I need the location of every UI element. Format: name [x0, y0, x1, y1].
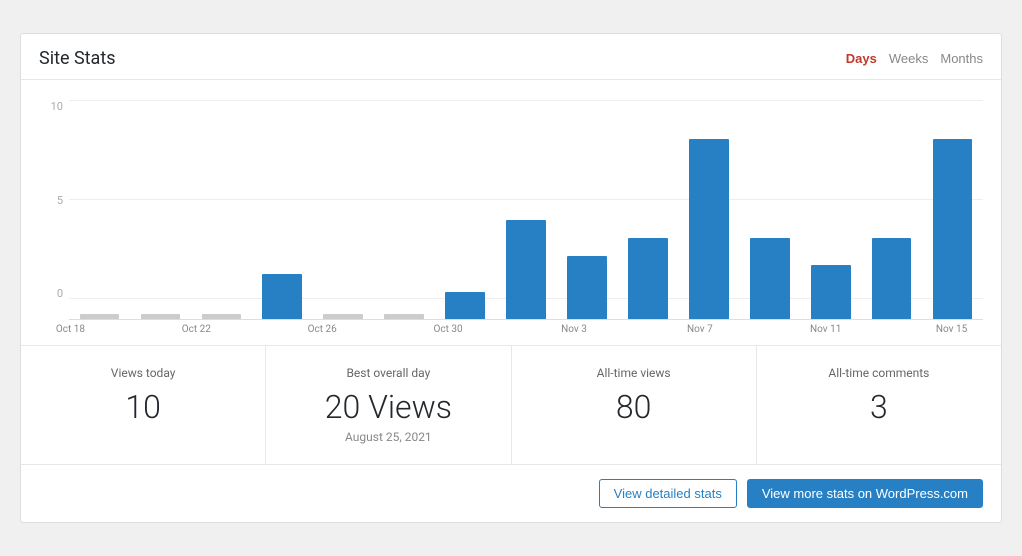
bar-group: [678, 120, 739, 319]
all-time-views-cell: All-time views 80: [512, 346, 757, 464]
bar-group: [191, 120, 252, 319]
bar-group: [861, 120, 922, 319]
bar: [933, 139, 973, 319]
site-stats-container: Site Stats Days Weeks Months 10 5 0: [20, 33, 1002, 523]
page-title: Site Stats: [39, 48, 116, 69]
bar: [202, 314, 242, 319]
bar-group: [313, 120, 374, 319]
views-today-value: 10: [39, 388, 247, 426]
bar: [750, 238, 790, 319]
all-time-views-value: 80: [530, 388, 738, 426]
bar-group: [374, 120, 435, 319]
bar: [445, 292, 485, 319]
stats-row: Views today 10 Best overall day 20 Views…: [21, 345, 1001, 464]
bar: [80, 314, 120, 319]
x-label: [102, 324, 165, 335]
period-weeks-button[interactable]: Weeks: [889, 51, 929, 66]
all-time-views-label: All-time views: [530, 366, 738, 380]
x-label: [605, 324, 668, 335]
period-nav: Days Weeks Months: [846, 51, 983, 66]
x-label: Oct 30: [417, 324, 480, 335]
x-label: Nov 15: [920, 324, 983, 335]
x-label: Nov 7: [668, 324, 731, 335]
bar: [384, 314, 424, 319]
chart-area: 10 5 0 Oct 18 Oct 22 Oct 26 Oct 30 Nov 3 Nov …: [21, 79, 1001, 345]
all-time-comments-label: All-time comments: [775, 366, 983, 380]
bar: [811, 265, 851, 319]
bar-group: [557, 120, 618, 319]
view-wordpress-stats-button[interactable]: View more stats on WordPress.com: [747, 479, 983, 508]
view-detailed-stats-button[interactable]: View detailed stats: [599, 479, 737, 508]
period-days-button[interactable]: Days: [846, 51, 877, 66]
bar-group: [435, 120, 496, 319]
x-label: [480, 324, 543, 335]
bar-group: [617, 120, 678, 319]
all-time-comments-value: 3: [775, 388, 983, 426]
bar-group: [252, 120, 313, 319]
x-label: [857, 324, 920, 335]
header: Site Stats Days Weeks Months: [21, 34, 1001, 79]
best-day-date: August 25, 2021: [284, 430, 492, 444]
bar-group: [130, 120, 191, 319]
bars-area: [69, 100, 983, 320]
views-today-cell: Views today 10: [21, 346, 266, 464]
best-day-cell: Best overall day 20 Views August 25, 202…: [266, 346, 511, 464]
y-label-bottom: 0: [57, 287, 63, 300]
best-day-label: Best overall day: [284, 366, 492, 380]
bar: [262, 274, 302, 319]
x-label: Oct 26: [291, 324, 354, 335]
x-label: [731, 324, 794, 335]
x-label: Oct 22: [165, 324, 228, 335]
bar-group: [800, 120, 861, 319]
x-label: [228, 324, 291, 335]
best-day-value: 20 Views: [284, 388, 492, 426]
bar: [141, 314, 181, 319]
bar-group: [69, 120, 130, 319]
bars-container: [69, 120, 983, 319]
gridline-top: [69, 100, 983, 101]
x-labels: Oct 18 Oct 22 Oct 26 Oct 30 Nov 3 Nov 7 Nov 11…: [39, 324, 983, 335]
bar: [323, 314, 363, 319]
chart-wrapper: 10 5 0: [39, 100, 983, 320]
period-months-button[interactable]: Months: [940, 51, 983, 66]
views-today-label: Views today: [39, 366, 247, 380]
y-label-mid: 5: [57, 194, 63, 207]
bar: [567, 256, 607, 319]
x-label: [354, 324, 417, 335]
x-label: Oct 18: [39, 324, 102, 335]
x-label: Nov 3: [543, 324, 606, 335]
bar: [689, 139, 729, 319]
bar: [628, 238, 668, 319]
bar-group: [739, 120, 800, 319]
bar: [506, 220, 546, 319]
footer-row: View detailed stats View more stats on W…: [21, 464, 1001, 522]
x-label: Nov 11: [794, 324, 857, 335]
y-axis: 10 5 0: [39, 100, 69, 320]
bar-group: [922, 120, 983, 319]
all-time-comments-cell: All-time comments 3: [757, 346, 1001, 464]
y-label-top: 10: [51, 100, 63, 113]
bar: [872, 238, 912, 319]
bar-group: [496, 120, 557, 319]
